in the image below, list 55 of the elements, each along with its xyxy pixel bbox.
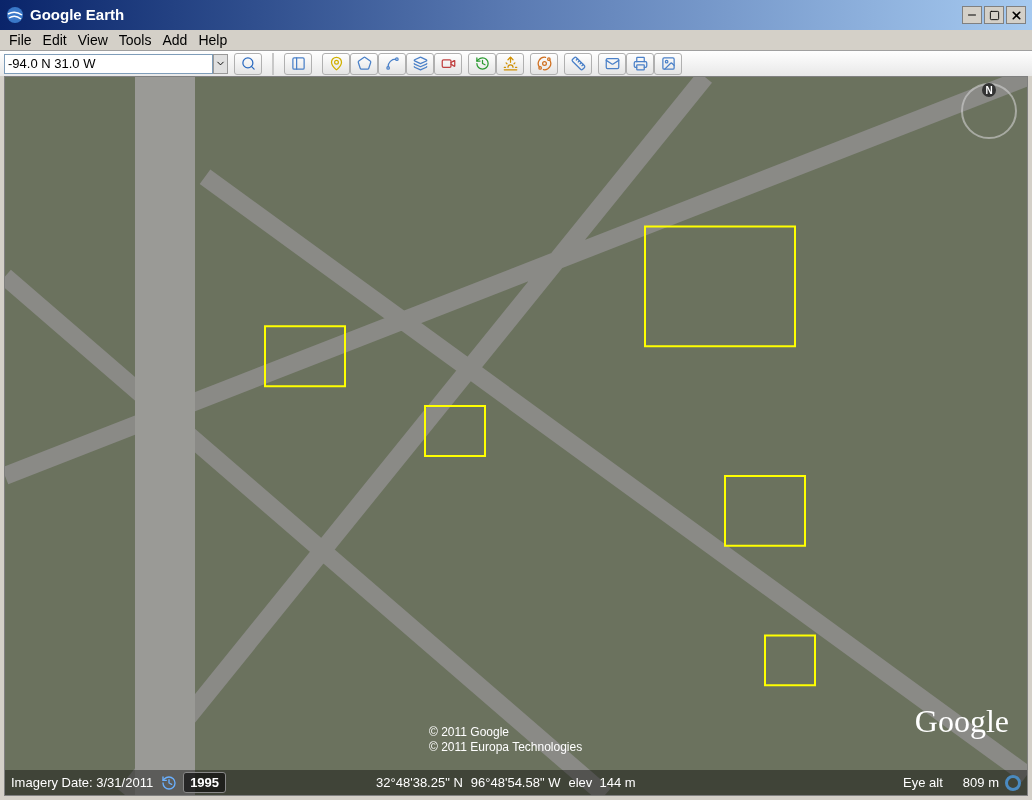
sunlight-icon (502, 56, 518, 71)
year-button[interactable]: 1995 (183, 771, 227, 794)
save-image-icon (660, 56, 676, 71)
save-image-button[interactable] (654, 52, 682, 75)
maximize-button[interactable] (984, 6, 1004, 24)
longitude-text: 96°48'54.58" W (470, 773, 561, 792)
path-button[interactable] (378, 52, 406, 75)
tour-icon (440, 56, 456, 71)
historical-imagery-button[interactable] (468, 52, 496, 75)
globe-icon (6, 6, 24, 24)
path-icon (384, 56, 400, 71)
eye-alt-label: Eye alt (903, 773, 943, 792)
search-icon (240, 56, 256, 71)
menu-item[interactable]: Tools (113, 29, 157, 51)
email-icon (604, 56, 620, 71)
search-field[interactable]: -94.0 N 31.0 W (4, 53, 213, 74)
latitude-text: 32°48'38.25" N (376, 773, 463, 792)
compass[interactable]: N (961, 83, 1017, 139)
email-button[interactable] (598, 52, 626, 75)
menu-item[interactable]: File (4, 29, 37, 51)
attribution-text: © 2011 Europa Technologies (429, 740, 583, 755)
tour-button[interactable] (434, 52, 462, 75)
planet-icon (536, 56, 552, 71)
clock-icon (161, 774, 178, 791)
ruler-icon (570, 56, 586, 71)
menu-item[interactable]: Add (157, 29, 193, 51)
overlay-icon (412, 56, 428, 71)
close-button[interactable] (1006, 6, 1026, 24)
search-button[interactable] (234, 52, 262, 75)
menu-item[interactable]: Help (193, 29, 233, 51)
attribution-text: © 2011 Google (429, 725, 510, 740)
ruler-button[interactable] (564, 52, 592, 75)
sidebar-icon (290, 56, 306, 71)
menu-item[interactable]: Edit (37, 29, 72, 51)
menu-item[interactable]: View (72, 29, 113, 51)
print-button[interactable] (626, 52, 654, 75)
close-icon (1009, 8, 1023, 22)
placemark-button[interactable] (322, 52, 350, 75)
maximize-icon (988, 9, 1000, 21)
minimize-button[interactable] (962, 6, 982, 24)
print-icon (632, 56, 648, 71)
sunlight-button[interactable] (496, 52, 524, 75)
google-logo: Google (914, 702, 1009, 741)
dropdown-button[interactable] (213, 53, 228, 74)
polygon-button[interactable] (350, 52, 378, 75)
placemark-icon (328, 56, 344, 71)
planet-button[interactable] (530, 52, 558, 75)
window-title: Google Earth (30, 4, 125, 25)
polygon-icon (356, 56, 372, 71)
elevation-text: elev 144 m (568, 773, 636, 792)
imagery-date: Imagery Date: 3/31/2011 (11, 773, 154, 792)
compass-north-label: N (982, 83, 996, 97)
overlay-button[interactable] (406, 52, 434, 75)
eye-alt-value: 809 m (962, 773, 999, 792)
sidebar-button[interactable] (284, 52, 312, 75)
